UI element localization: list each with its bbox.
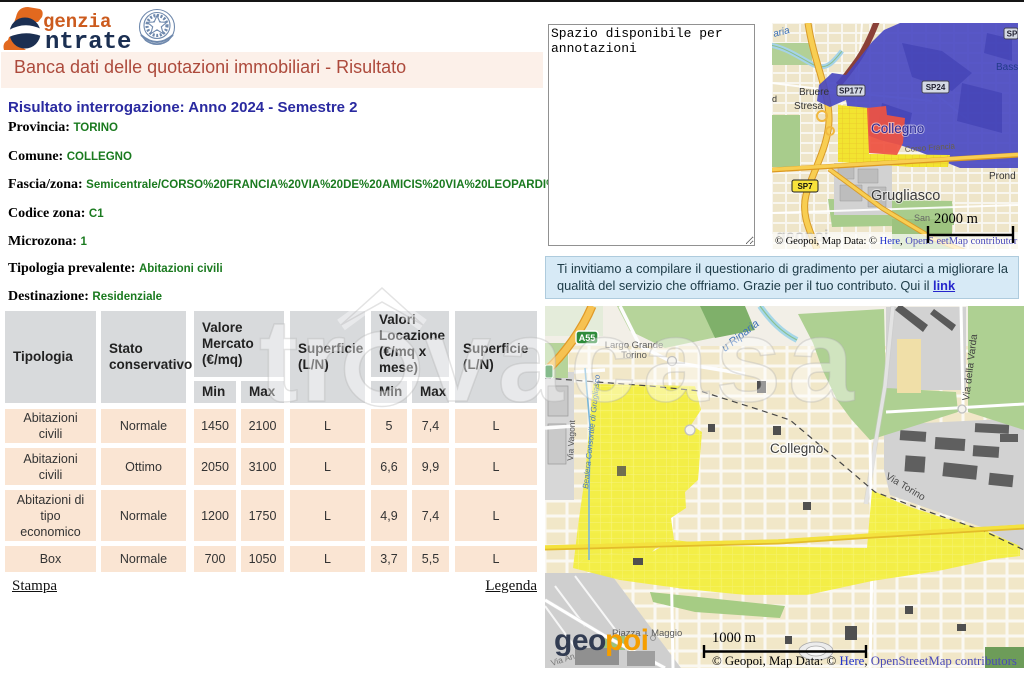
- svg-text:Bruere: Bruere: [799, 87, 829, 98]
- svg-text:Collegno: Collegno: [871, 121, 924, 136]
- svg-text:Grugliasco: Grugliasco: [871, 188, 940, 204]
- svg-text:Stresa: Stresa: [794, 101, 823, 112]
- svg-text:d: d: [772, 94, 777, 104]
- svg-text:© Geopoi, Map Data: © Here, Op: © Geopoi, Map Data: © Here, OpenStreetMa…: [712, 654, 1017, 668]
- svg-text:Collegno: Collegno: [770, 441, 823, 456]
- svg-text:SP177: SP177: [839, 87, 864, 96]
- svg-text:Prond: Prond: [989, 171, 1016, 182]
- svg-text:SP: SP: [1007, 30, 1018, 39]
- svg-text:SP7: SP7: [797, 182, 813, 191]
- svg-text:San: San: [914, 213, 930, 223]
- svg-text:poi: poi: [605, 624, 649, 657]
- svg-text:A55: A55: [579, 333, 596, 343]
- svg-text:SP24: SP24: [926, 83, 946, 92]
- svg-text:© Geopoi, Map Data: © Here, Op: © Geopoi, Map Data: © Here, OpenS eetMap…: [775, 236, 1018, 247]
- svg-text:Torino: Torino: [621, 350, 647, 361]
- svg-text:Bass: Bass: [996, 62, 1018, 73]
- svg-text:2000 m: 2000 m: [934, 211, 979, 227]
- svg-text:ntrate: ntrate: [45, 29, 131, 53]
- svg-text:geo: geo: [554, 624, 606, 657]
- svg-text:1000 m: 1000 m: [712, 630, 757, 646]
